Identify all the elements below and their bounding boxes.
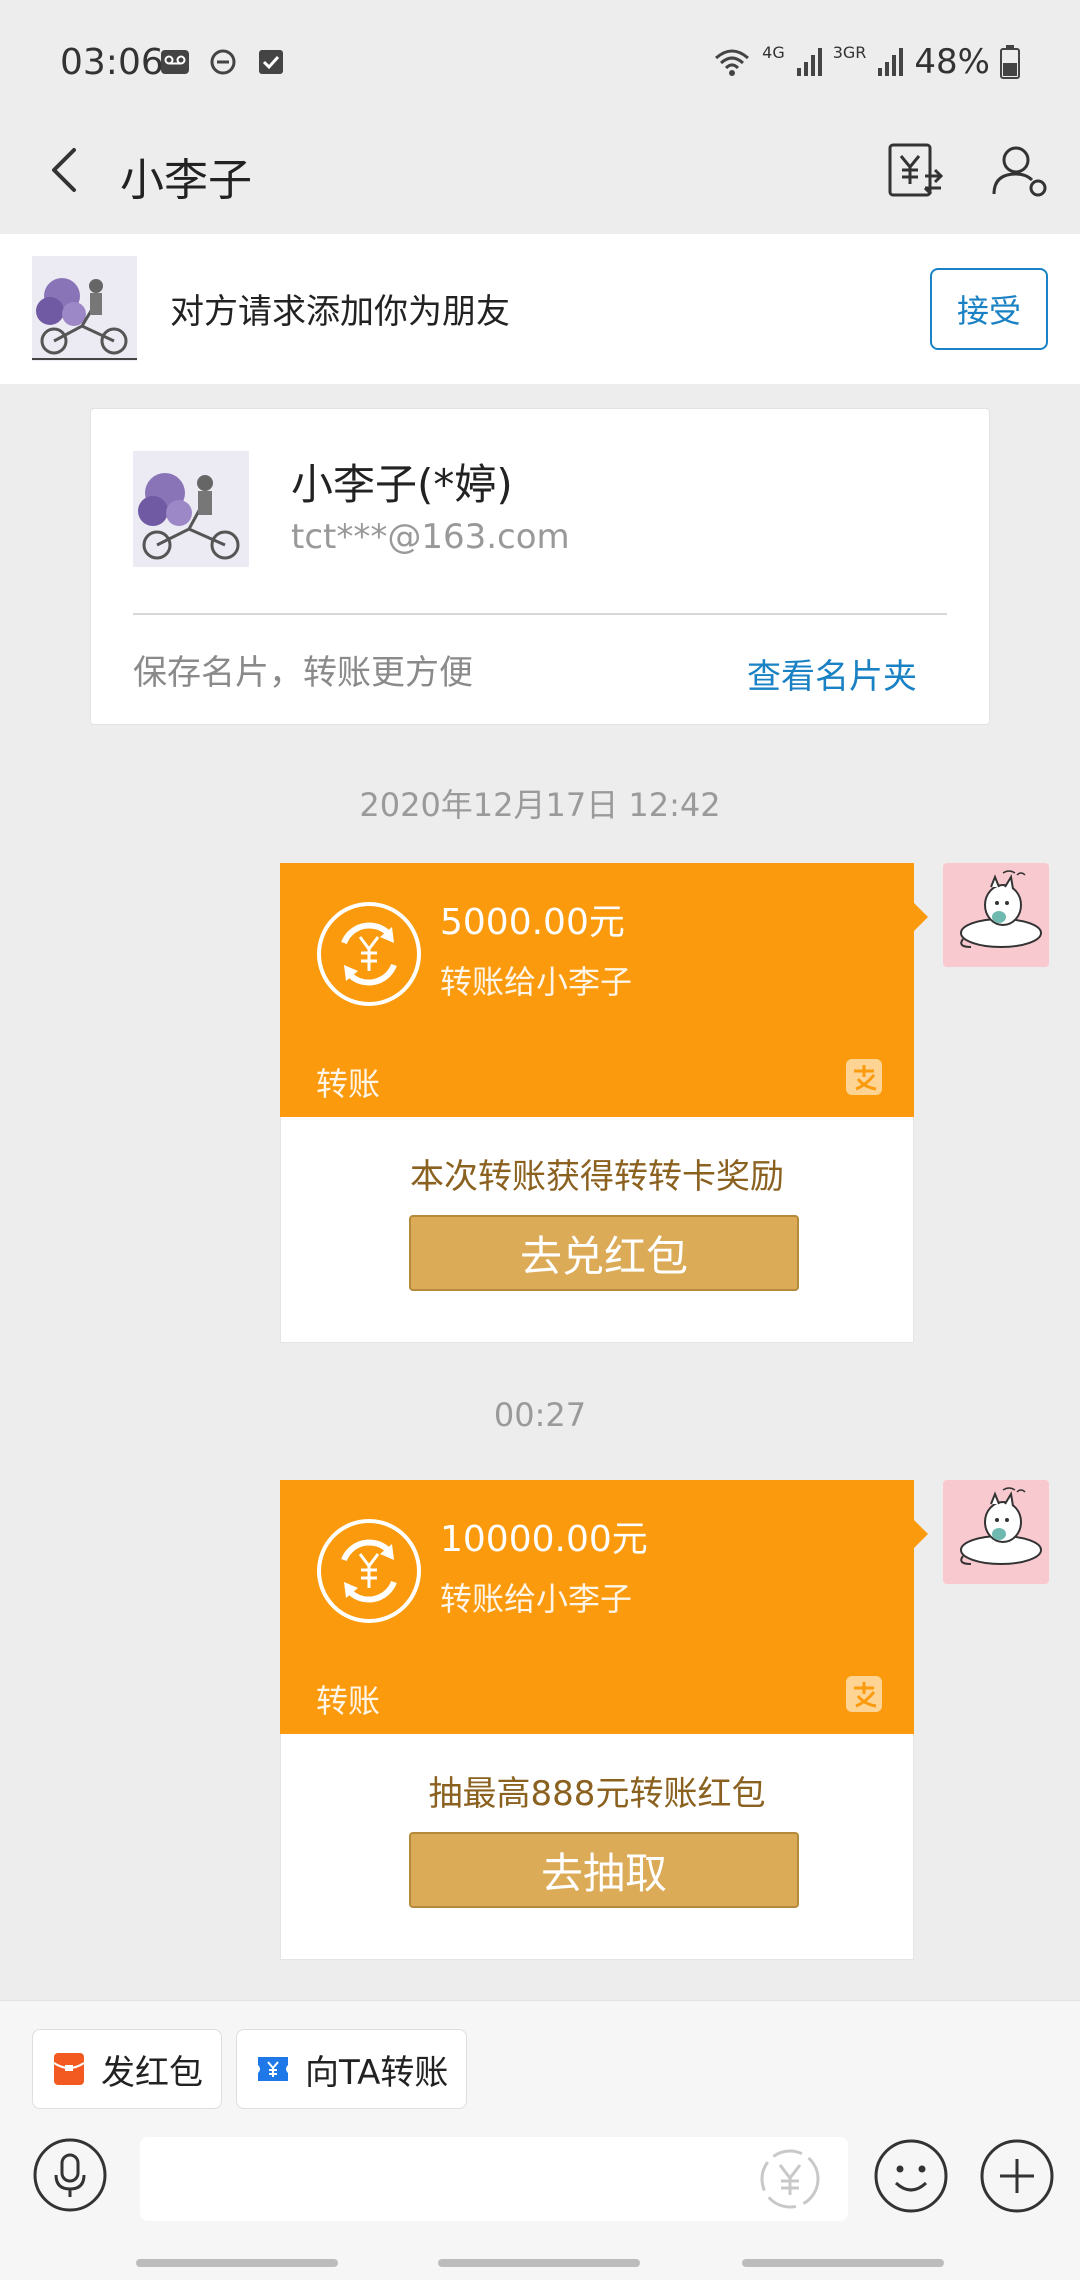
transfer-yuan-icon [317,1519,421,1623]
self-avatar[interactable] [943,1480,1049,1584]
battery-icon [1000,45,1020,79]
transfer-label: 转账 [316,1682,381,1720]
transfer-amount: 5000.00元 [440,902,625,943]
voicemail-icon [161,50,189,74]
transfer-ticket-icon [258,2057,288,2081]
status-bar: 03:06 4G 3GR 48% [0,0,1080,110]
bottom-input-panel: 发红包 向TA转账 [0,2000,1080,2280]
status-left-icons [160,48,286,76]
friend-request-banner: 对方请求添加你为朋友 接受 [0,234,1080,384]
transfer-card-reward: 本次转账获得转转卡奖励 去兑红包 [280,1117,914,1343]
message-timestamp: 2020年12月17日 12:42 [359,786,721,824]
transfer-records-icon[interactable] [885,140,945,200]
signal-4g-icon [796,48,822,76]
alipay-icon [846,1059,882,1095]
battery-percent: 48% [914,42,990,82]
transfer-card-header[interactable]: 5000.00元 转账给小李子 转账 [280,863,928,1117]
transfer-amount: 10000.00元 [440,1519,648,1560]
transfer-to-ta-label: 向TA转账 [305,2052,449,2093]
emoji-icon[interactable] [872,2137,950,2215]
status-right-icons: 4G 3GR 48% [712,42,1020,82]
contact-avatar [133,451,249,567]
microphone-icon[interactable] [32,2137,108,2213]
contact-email: tct***@163.com [291,517,570,557]
transfer-message-card[interactable]: 5000.00元 转账给小李子 转账 本次转账获得转转卡奖励 去兑红包 [280,863,928,1343]
top-bar: 小李子 [0,110,1080,232]
profile-settings-icon[interactable] [990,140,1050,200]
back-arrow-icon[interactable] [36,140,96,200]
contact-card[interactable]: 小李子(*婷) tct***@163.com 保存名片，转账更方便 查看名片夹 [90,408,990,725]
transfer-description: 转账给小李子 [440,1580,633,1618]
yuan-transfer-icon[interactable] [758,2147,822,2211]
friend-avatar[interactable] [32,256,137,361]
reward-text: 抽最高888元转账红包 [428,1774,766,1814]
red-packet-label: 发红包 [101,2052,203,2093]
transfer-card-header[interactable]: 10000.00元 转账给小李子 转账 [280,1480,928,1734]
card-divider [133,613,947,615]
bubble-tail [914,1520,928,1548]
redeem-red-packet-button[interactable]: 去兑红包 [409,1215,799,1291]
send-red-packet-button[interactable]: 发红包 [32,2029,222,2109]
view-card-folder-link[interactable]: 查看名片夹 [747,649,917,698]
transfer-description: 转账给小李子 [440,963,633,1001]
transfer-label: 转账 [316,1065,381,1103]
transfer-yuan-icon [317,902,421,1006]
save-card-hint: 保存名片，转账更方便 [133,653,473,693]
reward-text: 本次转账获得转转卡奖励 [410,1157,784,1197]
nav-gesture-bar-left[interactable] [136,2259,338,2267]
message-input[interactable] [140,2137,848,2221]
bubble-tail [914,903,928,931]
alipay-icon [846,1676,882,1712]
network-4g-label: 4G [762,42,785,62]
wifi-icon [715,49,750,76]
contact-name: 小李子(*婷) [291,460,513,509]
checkbox-icon [259,50,283,74]
nav-gesture-bar-center[interactable] [438,2259,640,2267]
signal-3g-icon [878,48,904,76]
friend-request-text: 对方请求添加你为朋友 [170,292,510,332]
network-3g-label: 3GR [832,42,867,62]
do-not-disturb-icon [210,49,236,75]
status-time: 03:06 [60,42,164,83]
transfer-message-card[interactable]: 10000.00元 转账给小李子 转账 抽最高888元转账红包 去抽取 [280,1480,928,1960]
message-timestamp: 00:27 [493,1396,587,1434]
draw-red-packet-button[interactable]: 去抽取 [409,1832,799,1908]
self-avatar[interactable] [943,863,1049,967]
plus-icon[interactable] [978,2137,1056,2215]
chat-title: 小李子 [120,155,252,206]
accept-button[interactable]: 接受 [930,268,1048,350]
transfer-to-ta-button[interactable]: 向TA转账 [236,2029,468,2109]
nav-gesture-bar-right[interactable] [742,2259,944,2267]
transfer-card-reward: 抽最高888元转账红包 去抽取 [280,1734,914,1960]
red-packet-icon [53,2053,85,2085]
